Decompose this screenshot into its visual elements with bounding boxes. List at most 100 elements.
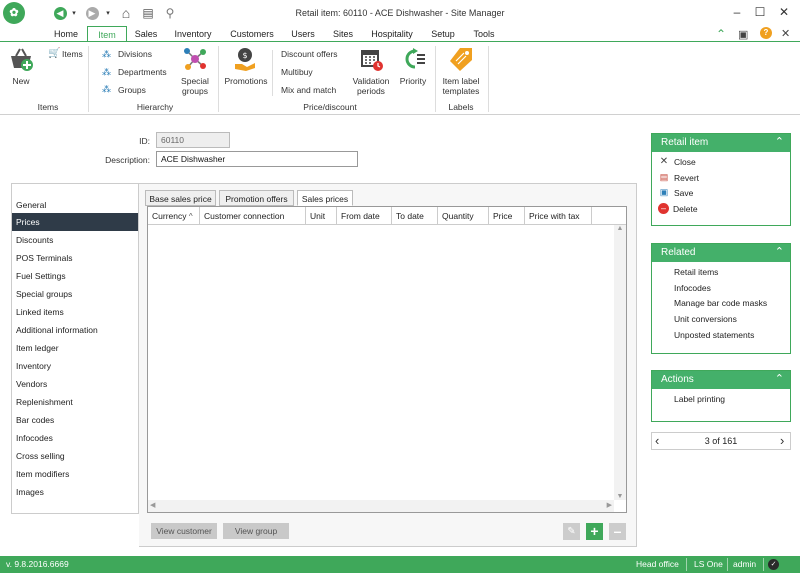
priority-button[interactable] xyxy=(400,46,426,72)
status-divider xyxy=(686,558,687,571)
printer-icon[interactable]: ▣ xyxy=(738,28,748,41)
validation-periods-button[interactable] xyxy=(358,46,384,72)
col-unit[interactable]: Unit xyxy=(306,207,337,225)
nav-item-ledger[interactable]: Item ledger xyxy=(12,339,138,357)
tab-users[interactable]: Users xyxy=(287,26,319,42)
groups-icon: ⁂ xyxy=(102,84,111,94)
tab-customers[interactable]: Customers xyxy=(226,26,278,42)
add-icon[interactable]: + xyxy=(586,523,603,540)
nav-general[interactable]: General xyxy=(12,196,138,214)
related-unposted-statements-link[interactable]: Unposted statements xyxy=(674,330,754,340)
tab-tools[interactable]: Tools xyxy=(468,26,500,42)
related-infocodes-link[interactable]: Infocodes xyxy=(674,283,711,293)
ribbon-separator xyxy=(272,50,273,96)
nav-prices[interactable]: Prices xyxy=(12,213,138,231)
collapse-ribbon-icon[interactable]: ⌃ xyxy=(716,27,726,41)
nav-special-groups[interactable]: Special groups xyxy=(12,285,138,303)
nav-infocodes[interactable]: Infocodes xyxy=(12,429,138,447)
nav-images[interactable]: Images xyxy=(12,483,138,501)
network-icon xyxy=(184,48,206,70)
tab-item[interactable]: Item xyxy=(87,26,127,42)
multibuy-button[interactable]: Multibuy xyxy=(281,67,313,77)
nav-bar-codes[interactable]: Bar codes xyxy=(12,411,138,429)
related-retail-items-link[interactable]: Retail items xyxy=(674,267,718,277)
divisions-icon: ⁂ xyxy=(102,49,111,59)
nav-linked-items[interactable]: Linked items xyxy=(12,303,138,321)
related-unit-conversions-link[interactable]: Unit conversions xyxy=(674,314,737,324)
related-card-title: Related xyxy=(661,247,696,258)
close-action[interactable]: ✕ Close xyxy=(658,156,696,167)
subtab-promotion-offers[interactable]: Promotion offers xyxy=(219,190,294,206)
col-price[interactable]: Price xyxy=(489,207,525,225)
divisions-button[interactable]: Divisions xyxy=(118,49,152,59)
delete-icon: – xyxy=(658,203,669,214)
subtab-base-sales-price[interactable]: Base sales price xyxy=(145,190,216,206)
col-to-date[interactable]: To date xyxy=(392,207,438,225)
item-label-templates-button[interactable] xyxy=(448,46,474,72)
related-bar-code-masks-link[interactable]: Manage bar code masks xyxy=(674,298,767,308)
close-tab-icon[interactable]: ✕ xyxy=(781,27,790,40)
col-currency[interactable]: Currency ^ xyxy=(148,207,200,225)
subtab-sales-prices[interactable]: Sales prices xyxy=(297,190,353,206)
nav-discounts[interactable]: Discounts xyxy=(12,231,138,249)
discount-offers-button[interactable]: Discount offers xyxy=(281,49,338,59)
related-card-header[interactable]: Related ⌃ xyxy=(652,244,790,262)
nav-inventory[interactable]: Inventory xyxy=(12,357,138,375)
pager-text: 3 of 161 xyxy=(704,436,738,446)
col-price-with-tax[interactable]: Price with tax xyxy=(525,207,592,225)
remove-icon[interactable]: – xyxy=(609,523,626,540)
chevron-up-icon[interactable]: ⌃ xyxy=(775,370,784,388)
sales-prices-grid: Currency ^ Customer connection Unit From… xyxy=(147,206,627,513)
priority-icon xyxy=(405,48,425,69)
scroll-left-icon[interactable]: ◀ xyxy=(150,501,155,509)
scroll-down-icon[interactable]: ▼ xyxy=(614,493,626,500)
tab-setup[interactable]: Setup xyxy=(426,26,460,42)
nav-item-modifiers[interactable]: Item modifiers xyxy=(12,465,138,483)
window-title: Retail item: 60110 - ACE Dishwasher - Si… xyxy=(295,8,505,18)
col-customer-connection[interactable]: Customer connection xyxy=(200,207,306,225)
nav-fuel-settings[interactable]: Fuel Settings xyxy=(12,267,138,285)
description-field[interactable]: ACE Dishwasher xyxy=(156,151,358,167)
col-quantity[interactable]: Quantity xyxy=(438,207,489,225)
departments-button[interactable]: Departments xyxy=(118,67,167,77)
view-group-button[interactable]: View group xyxy=(223,523,289,539)
retail-item-card-title: Retail item xyxy=(661,137,709,148)
vertical-scrollbar[interactable]: ▲ ▼ xyxy=(614,225,626,500)
tab-hospitality[interactable]: Hospitality xyxy=(365,26,419,42)
tab-home[interactable]: Home xyxy=(48,26,84,42)
actions-card-header[interactable]: Actions ⌃ xyxy=(652,371,790,389)
groups-button[interactable]: Groups xyxy=(118,85,146,95)
next-record-icon[interactable]: › xyxy=(780,433,784,449)
close-window-button[interactable]: ✕ xyxy=(769,2,799,22)
retail-item-card-header[interactable]: Retail item ⌃ xyxy=(652,134,790,152)
status-divider xyxy=(727,558,728,571)
nav-pos-terminals[interactable]: POS Terminals xyxy=(12,249,138,267)
new-item-button[interactable] xyxy=(8,46,34,72)
close-x-icon: ✕ xyxy=(659,156,669,167)
save-action[interactable]: ▣ Save xyxy=(658,187,694,198)
items-button[interactable]: Items xyxy=(62,49,83,59)
tab-inventory[interactable]: Inventory xyxy=(168,26,218,42)
tab-sales[interactable]: Sales xyxy=(128,26,164,42)
nav-additional-information[interactable]: Additional information xyxy=(12,321,138,339)
product-text: LS One xyxy=(694,559,723,569)
view-customer-button[interactable]: View customer xyxy=(151,523,217,539)
scroll-up-icon[interactable]: ▲ xyxy=(614,225,626,232)
revert-action[interactable]: ▤ Revert xyxy=(658,172,699,183)
nav-replenishment[interactable]: Replenishment xyxy=(12,393,138,411)
delete-action[interactable]: – Delete xyxy=(658,203,698,214)
nav-vendors[interactable]: Vendors xyxy=(12,375,138,393)
help-icon[interactable]: ? xyxy=(760,27,772,39)
scroll-right-icon[interactable]: ▶ xyxy=(607,501,612,509)
edit-icon[interactable]: ✎ xyxy=(563,523,580,540)
horizontal-scrollbar[interactable]: ◀ ▶ xyxy=(148,500,614,512)
label-printing-link[interactable]: Label printing xyxy=(674,394,725,404)
nav-cross-selling[interactable]: Cross selling xyxy=(12,447,138,465)
tab-sites[interactable]: Sites xyxy=(327,26,359,42)
col-from-date[interactable]: From date xyxy=(337,207,392,225)
mix-and-match-button[interactable]: Mix and match xyxy=(281,85,336,95)
promotions-button[interactable]: $ xyxy=(232,46,258,72)
chevron-up-icon[interactable]: ⌃ xyxy=(775,133,784,151)
chevron-up-icon[interactable]: ⌃ xyxy=(775,243,784,261)
special-groups-button[interactable] xyxy=(182,46,208,72)
